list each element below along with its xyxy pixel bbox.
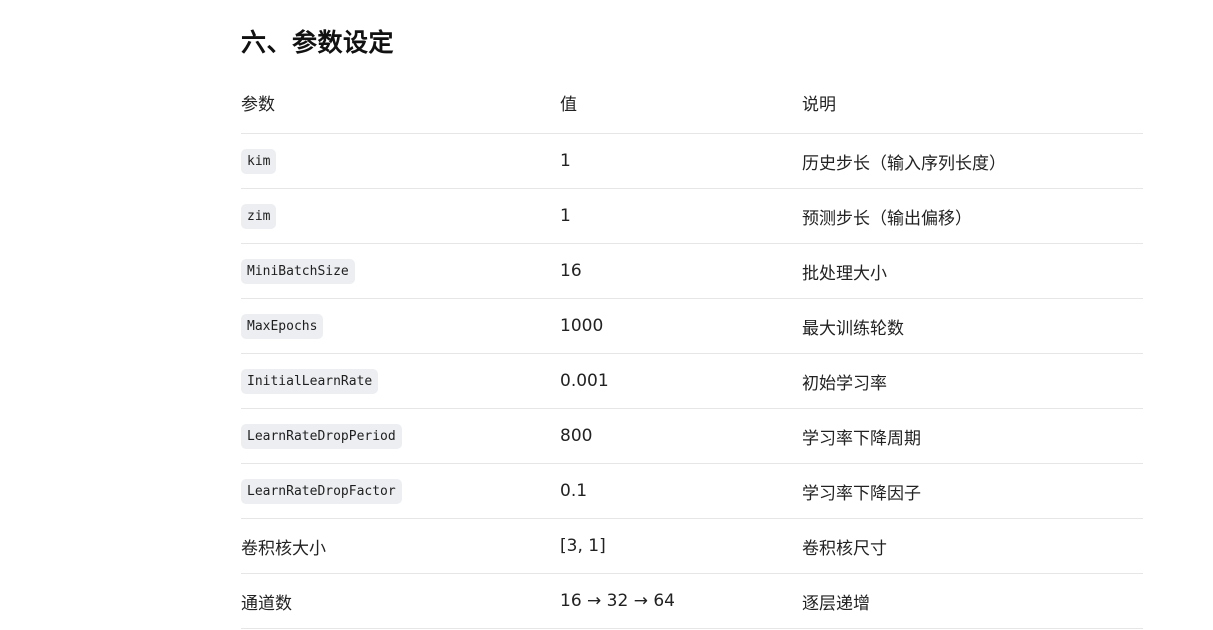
description-cell: 最大训练轮数: [802, 298, 1143, 354]
param-cell: MaxEpochs: [241, 298, 560, 354]
table-row: zim 1 预测步长（输出偏移）: [241, 188, 1143, 244]
param-text: 卷积核大小: [241, 538, 326, 559]
param-code: kim: [241, 148, 277, 174]
table-header-row: 参数 值 说明: [241, 71, 1143, 134]
description-cell: 学习率下降因子: [802, 463, 1143, 519]
description-cell: 预测步长（输出偏移）: [802, 188, 1143, 244]
value-cell: 0.001: [560, 353, 802, 409]
table-row: InitialLearnRate 0.001 初始学习率: [241, 353, 1143, 409]
description-cell: 历史步长（输入序列长度）: [802, 133, 1143, 189]
param-code: InitialLearnRate: [241, 368, 379, 394]
table-row: LearnRateDropPeriod 800 学习率下降周期: [241, 408, 1143, 464]
table-row: 卷积核大小 [3, 1] 卷积核尺寸: [241, 518, 1143, 574]
section-heading: 六、参数设定: [241, 28, 395, 57]
column-header-value: 值: [560, 71, 802, 134]
column-header-description: 说明: [802, 71, 1143, 134]
param-code: MaxEpochs: [241, 313, 324, 339]
table-row: 通道数 16 → 32 → 64 逐层递增: [241, 573, 1143, 629]
description-cell: 卷积核尺寸: [802, 518, 1143, 574]
description-cell: 学习率下降周期: [802, 408, 1143, 464]
param-cell: LearnRateDropPeriod: [241, 408, 560, 464]
param-cell: MiniBatchSize: [241, 243, 560, 299]
param-cell: InitialLearnRate: [241, 353, 560, 409]
param-text: 通道数: [241, 593, 292, 614]
column-header-param: 参数: [241, 71, 560, 134]
description-cell: 初始学习率: [802, 353, 1143, 409]
param-cell: LearnRateDropFactor: [241, 463, 560, 519]
value-cell: [3, 1]: [560, 518, 802, 574]
value-cell: 16: [560, 243, 802, 299]
value-cell: 1000: [560, 298, 802, 354]
table-row: MaxEpochs 1000 最大训练轮数: [241, 298, 1143, 354]
value-cell: 1: [560, 188, 802, 244]
param-cell: 通道数: [241, 573, 560, 629]
param-code: MiniBatchSize: [241, 258, 355, 284]
value-cell: 16 → 32 → 64: [560, 573, 802, 629]
param-cell: kim: [241, 133, 560, 189]
param-code: zim: [241, 203, 277, 229]
table-row: LearnRateDropFactor 0.1 学习率下降因子: [241, 463, 1143, 519]
param-cell: 卷积核大小: [241, 518, 560, 574]
description-cell: 逐层递增: [802, 573, 1143, 629]
param-code: LearnRateDropFactor: [241, 478, 402, 504]
param-code: LearnRateDropPeriod: [241, 423, 402, 449]
table-row: kim 1 历史步长（输入序列长度）: [241, 133, 1143, 189]
value-cell: 0.1: [560, 463, 802, 519]
parameter-table: 参数 值 说明 kim 1 历史步长（输入序列长度） zim 1 预测步长（输出…: [241, 71, 1143, 629]
value-cell: 800: [560, 408, 802, 464]
description-cell: 批处理大小: [802, 243, 1143, 299]
value-cell: 1: [560, 133, 802, 189]
table-row: MiniBatchSize 16 批处理大小: [241, 243, 1143, 299]
param-cell: zim: [241, 188, 560, 244]
document-content: 六、参数设定 参数 值 说明 kim 1 历史步长（输入序列长度） zim 1 …: [241, 0, 1143, 629]
